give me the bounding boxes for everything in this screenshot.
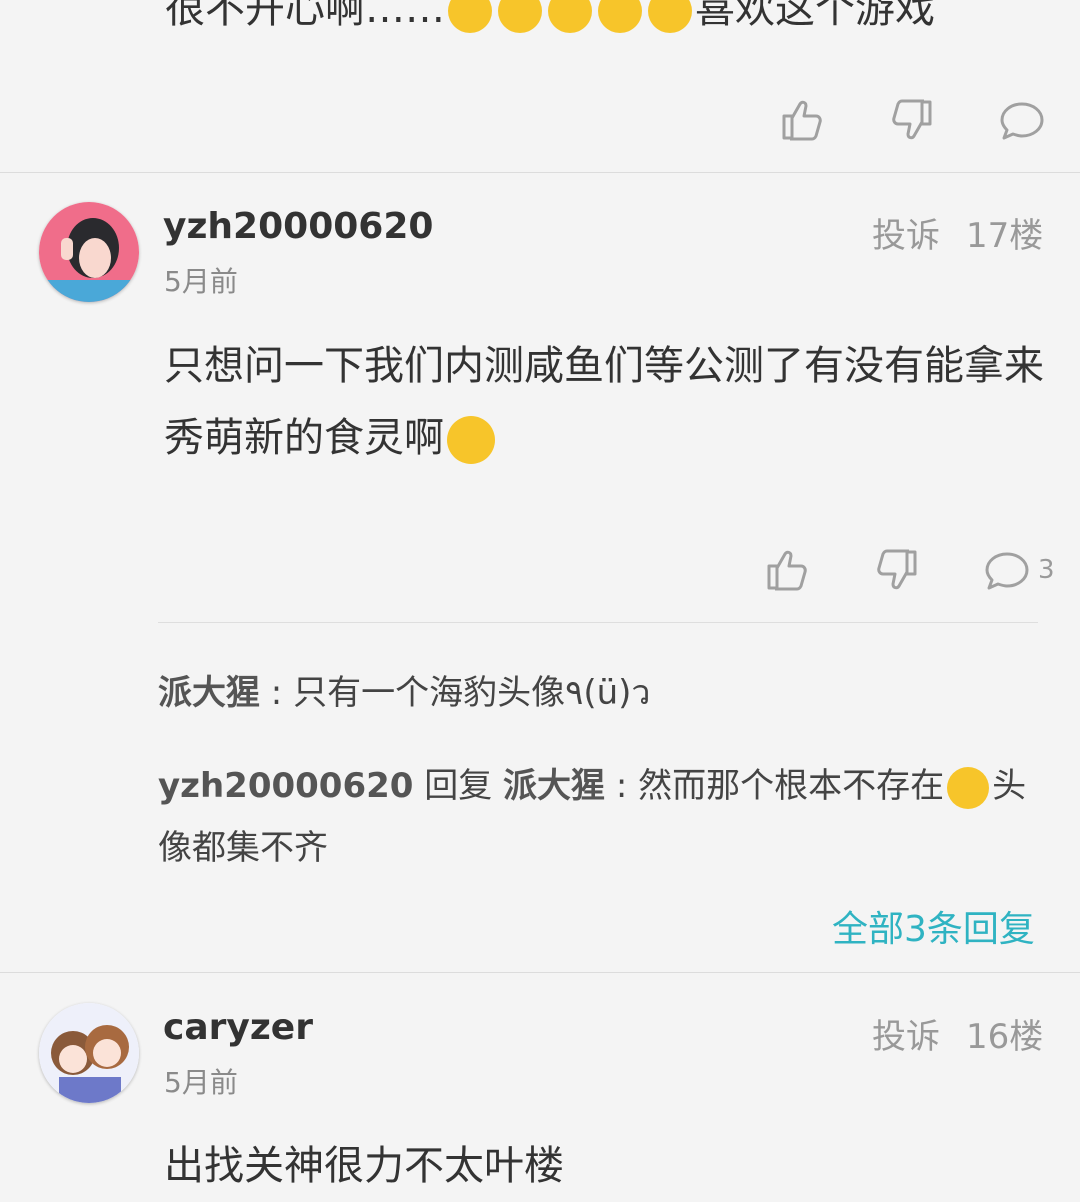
floor-number: 16楼 xyxy=(966,1017,1044,1057)
reply-item[interactable]: yzh20000620 回复 派大猩 : 然而那个根本不存在 头像都集不齐 xyxy=(158,755,1038,879)
comment-text: 只想问一下我们内测咸鱼们等公测了有没有能拿来秀萌新的食灵啊 xyxy=(164,343,1044,461)
like-button[interactable] xyxy=(778,96,826,144)
mask-emoji-icon xyxy=(947,766,990,809)
emoji-icon xyxy=(598,0,642,33)
emoji-icon xyxy=(548,0,592,33)
floor-number: 17楼 xyxy=(966,216,1044,256)
reply-text: 只有一个海豹头像٩(ü)ว xyxy=(293,673,651,713)
avatar-image xyxy=(39,202,139,302)
report-button[interactable]: 投诉 xyxy=(872,1009,940,1058)
thumbs-up-icon xyxy=(767,550,807,591)
emoji-icon xyxy=(448,0,492,33)
comment-text-fragment: 很不开心啊…… xyxy=(165,0,445,32)
comment-content: 只想问一下我们内测咸鱼们等公测了有没有能拿来秀萌新的食灵啊 xyxy=(164,330,1044,474)
reply-author[interactable]: yzh20000620 xyxy=(158,766,413,806)
reply-keyword: 回复 xyxy=(413,766,504,806)
like-button[interactable] xyxy=(763,546,811,594)
speech-bubble-icon xyxy=(1000,102,1044,140)
thumbs-down-icon xyxy=(877,549,917,590)
reply-text: 然而那个根本不存在 xyxy=(638,766,945,806)
thumbs-up-icon xyxy=(782,100,822,141)
report-button[interactable]: 投诉 xyxy=(872,208,940,257)
comment-content: 出找关神很力不太叶楼 xyxy=(164,1143,564,1189)
avatar[interactable] xyxy=(39,202,139,302)
emoji-icon xyxy=(648,0,692,33)
username[interactable]: caryzer xyxy=(163,1007,313,1048)
reply-item[interactable]: 派大猩 : 只有一个海豹头像٩(ü)ว xyxy=(158,662,1038,724)
smirk-emoji-icon xyxy=(447,416,495,464)
speech-bubble-icon xyxy=(985,552,1029,590)
reply-divider xyxy=(158,622,1038,623)
thumbs-down-icon xyxy=(892,99,932,140)
dislike-button[interactable] xyxy=(888,96,936,144)
comment-text-fragment: 喜欢这个游戏 xyxy=(695,0,935,32)
reply-target[interactable]: 派大猩 xyxy=(503,766,605,806)
avatar[interactable] xyxy=(39,1003,139,1103)
reply-separator: : xyxy=(260,673,294,713)
dislike-button[interactable] xyxy=(873,546,921,594)
all-replies-link[interactable]: 全部3条回复 xyxy=(832,900,1035,952)
reply-count: 3 xyxy=(1038,555,1055,585)
previous-comment-text: 很不开心啊…… 喜欢这个游戏 xyxy=(165,0,935,34)
reply-author[interactable]: 派大猩 xyxy=(158,673,260,713)
comment-divider xyxy=(0,172,1080,173)
comment-button[interactable] xyxy=(998,96,1046,144)
emoji-icon xyxy=(498,0,542,33)
comment-time: 5月前 xyxy=(164,1066,238,1099)
comment-divider xyxy=(0,972,1080,973)
comment-time: 5月前 xyxy=(164,265,238,298)
comment-button[interactable] xyxy=(983,546,1031,594)
reply-separator: : xyxy=(605,766,639,806)
avatar-image xyxy=(39,1003,139,1103)
username[interactable]: yzh20000620 xyxy=(163,206,433,247)
